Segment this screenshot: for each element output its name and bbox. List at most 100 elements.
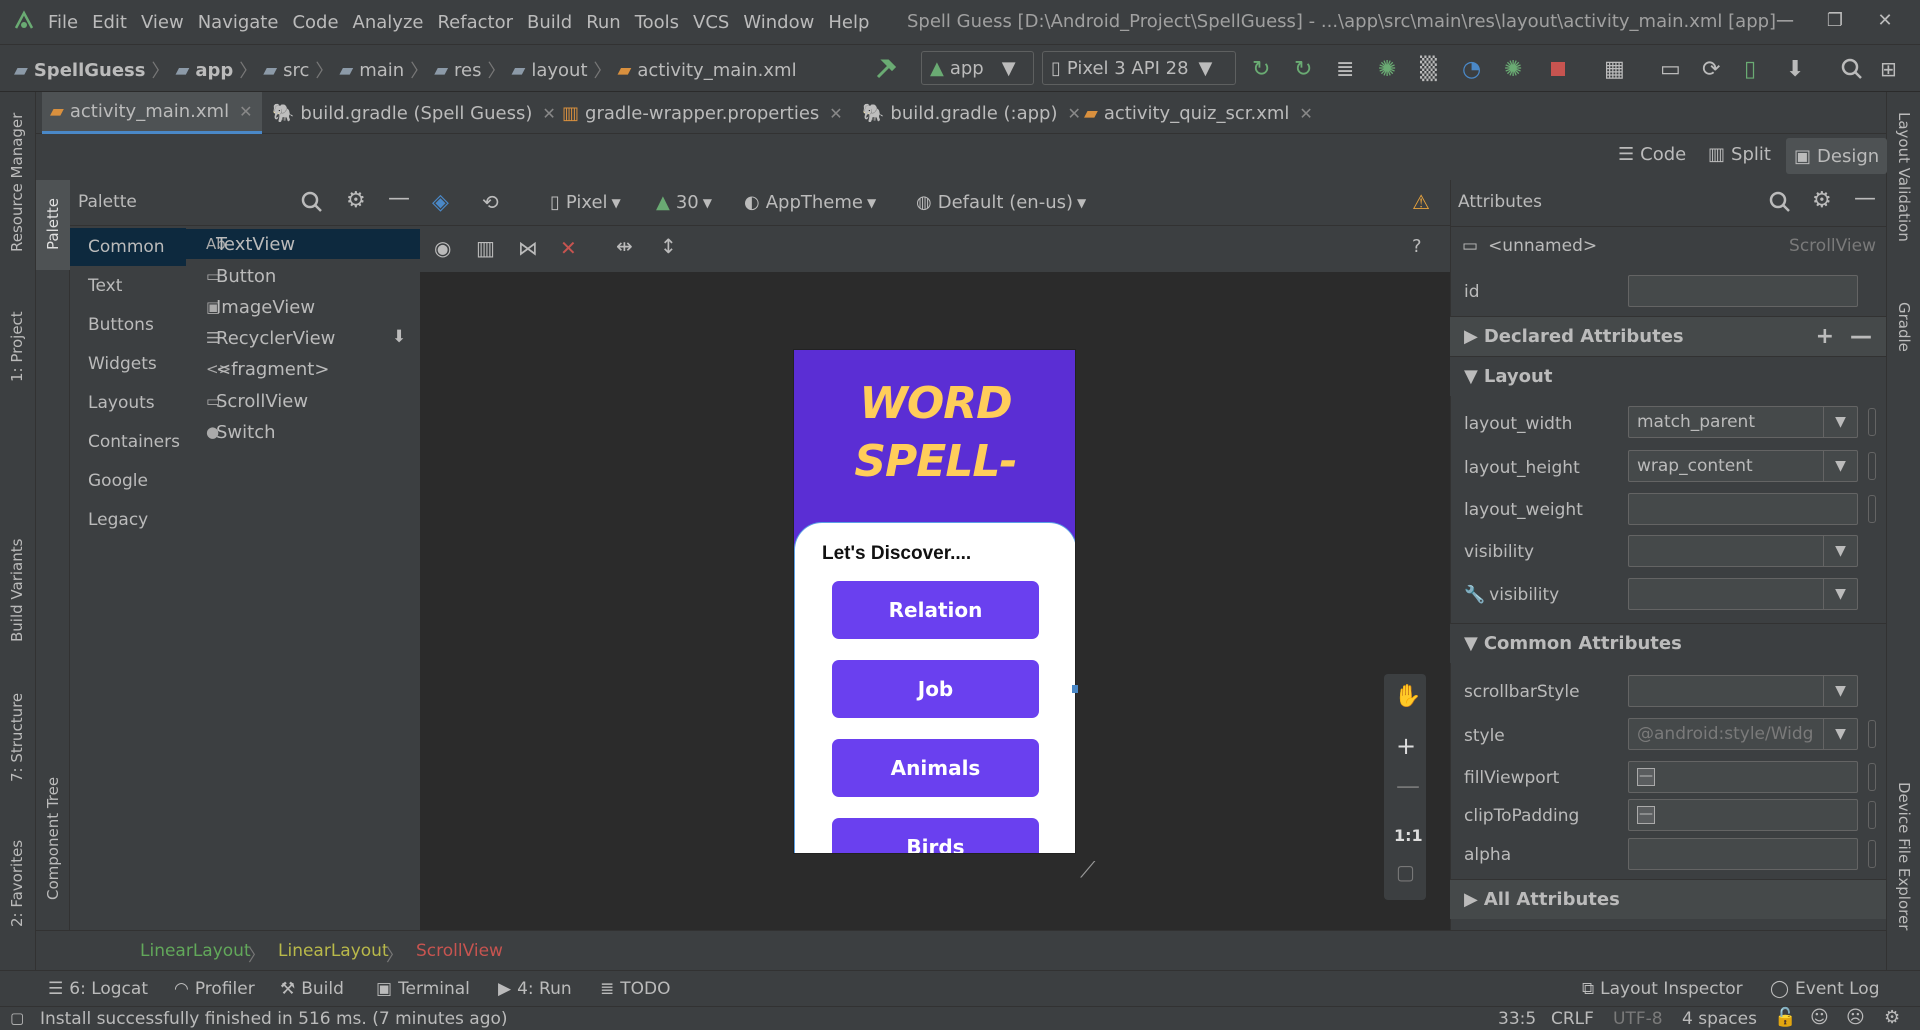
- menu-navigate[interactable]: Navigate: [198, 12, 279, 33]
- palette-category-text[interactable]: Text: [70, 267, 186, 305]
- resize-handle[interactable]: [1072, 685, 1078, 693]
- resource-manager-tab[interactable]: Resource Manager: [8, 113, 26, 252]
- build-tab[interactable]: ⚒ Build: [280, 979, 344, 999]
- tab-build-gradle-app[interactable]: 🐘 build.gradle (:app) ✕: [854, 92, 1089, 134]
- palette-category-google[interactable]: Google: [70, 462, 186, 500]
- palette-item-fragment[interactable]: <> <fragment>: [186, 354, 329, 384]
- zoom-out-icon[interactable]: —: [1396, 772, 1420, 800]
- preview-button-job[interactable]: Job: [832, 660, 1039, 718]
- attr-field-layout-width[interactable]: match_parent ▼: [1628, 406, 1858, 438]
- attr-field-fill-viewport[interactable]: —: [1628, 761, 1858, 793]
- locale-dropdown[interactable]: ◍ Default (en-us) ▼: [916, 192, 1086, 213]
- restore-icon[interactable]: ❐: [1810, 10, 1860, 31]
- menu-view[interactable]: View: [141, 12, 184, 33]
- crumb-app[interactable]: app: [195, 60, 233, 81]
- run-tab[interactable]: ▶ 4: Run: [498, 979, 572, 999]
- menu-vcs[interactable]: VCS: [693, 12, 729, 33]
- sdk-manager-icon[interactable]: ⬇: [1786, 57, 1810, 82]
- theme-dropdown[interactable]: ◐ AppTheme ▼: [744, 192, 876, 213]
- checkbox-indeterminate-icon[interactable]: —: [1637, 806, 1655, 824]
- pan-hand-icon[interactable]: ✋: [1394, 684, 1421, 709]
- device-file-explorer-tab[interactable]: Device File Explorer: [1895, 782, 1913, 930]
- attr-field-clip-to-padding[interactable]: —: [1628, 799, 1858, 831]
- preview-button-relation[interactable]: Relation: [832, 581, 1039, 639]
- avd-manager-icon[interactable]: ▯: [1744, 57, 1768, 82]
- attr-pin[interactable]: [1868, 801, 1876, 829]
- preview-button-animals[interactable]: Animals: [832, 739, 1039, 797]
- chevron-down-icon[interactable]: ▼: [1823, 676, 1857, 706]
- sync-icon[interactable]: ▭: [1660, 57, 1684, 82]
- project-tab[interactable]: 1: Project: [8, 311, 26, 382]
- palette-item-switch[interactable]: ● Switch: [186, 417, 276, 447]
- autoconnect-icon[interactable]: ⋈: [518, 236, 538, 260]
- line-separator[interactable]: CRLF: [1551, 1009, 1594, 1029]
- attr-pin[interactable]: [1868, 452, 1876, 480]
- attr-field-style[interactable]: @android:style/Widg ▼: [1628, 718, 1858, 750]
- attr-pin[interactable]: [1868, 408, 1876, 436]
- code-mode-button[interactable]: ☰ Code: [1618, 144, 1686, 165]
- crumb-project[interactable]: SpellGuess: [34, 60, 146, 81]
- menu-analyze[interactable]: Analyze: [353, 12, 424, 33]
- component-tree-tab[interactable]: Component Tree: [44, 777, 62, 900]
- palette-category-layouts[interactable]: Layouts: [70, 384, 186, 422]
- menu-tools[interactable]: Tools: [635, 12, 679, 33]
- event-icon[interactable]: ⚙: [1884, 1007, 1900, 1028]
- common-attributes-section[interactable]: ▼ Common Attributes: [1450, 623, 1886, 663]
- palette-stripe-tab[interactable]: Palette: [44, 198, 62, 250]
- tab-build-gradle-project[interactable]: 🐘 build.gradle (Spell Guess) ✕: [264, 92, 564, 134]
- crumb-res[interactable]: res: [454, 60, 481, 81]
- profiler-tab[interactable]: ◠ Profiler: [174, 979, 255, 999]
- cursor-position[interactable]: 33:5: [1498, 1009, 1536, 1029]
- add-icon[interactable]: +: [1816, 324, 1834, 349]
- minimize-icon[interactable]: —: [1760, 10, 1810, 31]
- checkbox-indeterminate-icon[interactable]: —: [1637, 768, 1655, 786]
- crumb-main[interactable]: main: [359, 60, 404, 81]
- tab-activity-quiz[interactable]: ▰ activity_quiz_scr.xml ✕: [1076, 92, 1321, 134]
- minimize-icon[interactable]: —: [1854, 186, 1876, 211]
- palette-item-scrollview[interactable]: ▭ ScrollView: [186, 386, 308, 416]
- gear-icon[interactable]: ⚙: [1812, 188, 1832, 213]
- profile-icon[interactable]: ◔: [1462, 57, 1486, 82]
- remove-icon[interactable]: —: [1850, 324, 1872, 349]
- account-icon[interactable]: ⊞: [1880, 57, 1904, 81]
- favorites-tab[interactable]: 2: Favorites: [8, 840, 26, 927]
- palette-category-widgets[interactable]: Widgets: [70, 345, 186, 383]
- menu-help[interactable]: Help: [828, 12, 869, 33]
- all-attributes-section[interactable]: ▶ All Attributes: [1450, 879, 1886, 919]
- eye-icon[interactable]: ◉: [434, 236, 451, 260]
- debug-icon[interactable]: ✺: [1378, 57, 1402, 82]
- apply-code-changes-icon[interactable]: ↻: [1294, 57, 1318, 82]
- build-variants-tab[interactable]: Build Variants: [8, 539, 26, 642]
- todo-tab[interactable]: ≣ TODO: [600, 979, 671, 999]
- close-icon[interactable]: ✕: [1860, 10, 1910, 31]
- attr-field-id[interactable]: [1628, 275, 1858, 307]
- breadcrumb-scrollview[interactable]: ScrollView: [416, 941, 503, 961]
- search-icon[interactable]: [1840, 57, 1864, 81]
- device-select[interactable]: ▯ Pixel 3 API 28 ▼: [1042, 51, 1236, 85]
- chevron-down-icon[interactable]: ▼: [1823, 407, 1857, 437]
- align-icon[interactable]: ↕: [660, 234, 677, 258]
- attr-field-alpha[interactable]: [1628, 838, 1858, 870]
- stop-icon[interactable]: [1546, 57, 1570, 81]
- lock-icon[interactable]: 🔓: [1774, 1007, 1796, 1028]
- menu-file[interactable]: File: [48, 12, 78, 33]
- device-dropdown[interactable]: ▯ Pixel ▼: [550, 192, 621, 213]
- tab-gradle-wrapper[interactable]: ▥ gradle-wrapper.properties ✕: [554, 92, 851, 134]
- frown-icon[interactable]: ☹: [1846, 1007, 1865, 1028]
- minimize-icon[interactable]: —: [388, 186, 410, 211]
- crumb-layout[interactable]: layout: [531, 60, 587, 81]
- list-icon[interactable]: ≣: [1336, 57, 1360, 82]
- resize-corner-icon[interactable]: ⟋: [1080, 858, 1095, 883]
- pack-icon[interactable]: ⇹: [616, 234, 633, 258]
- layout-validation-tab[interactable]: Layout Validation: [1895, 112, 1913, 242]
- chevron-down-icon[interactable]: ▼: [1823, 536, 1857, 566]
- indent-setting[interactable]: 4 spaces: [1682, 1009, 1757, 1029]
- menu-build[interactable]: Build: [527, 12, 572, 33]
- event-log-tab[interactable]: ◯ Event Log: [1770, 979, 1880, 999]
- close-icon[interactable]: ✕: [829, 104, 842, 123]
- crumb-src[interactable]: src: [283, 60, 309, 81]
- download-icon[interactable]: ⬇: [392, 327, 406, 347]
- tab-activity-main[interactable]: ▰ activity_main.xml ✕: [42, 92, 262, 134]
- attr-field-visibility[interactable]: ▼: [1628, 535, 1858, 567]
- design-mode-button[interactable]: ▣ Design: [1786, 138, 1888, 174]
